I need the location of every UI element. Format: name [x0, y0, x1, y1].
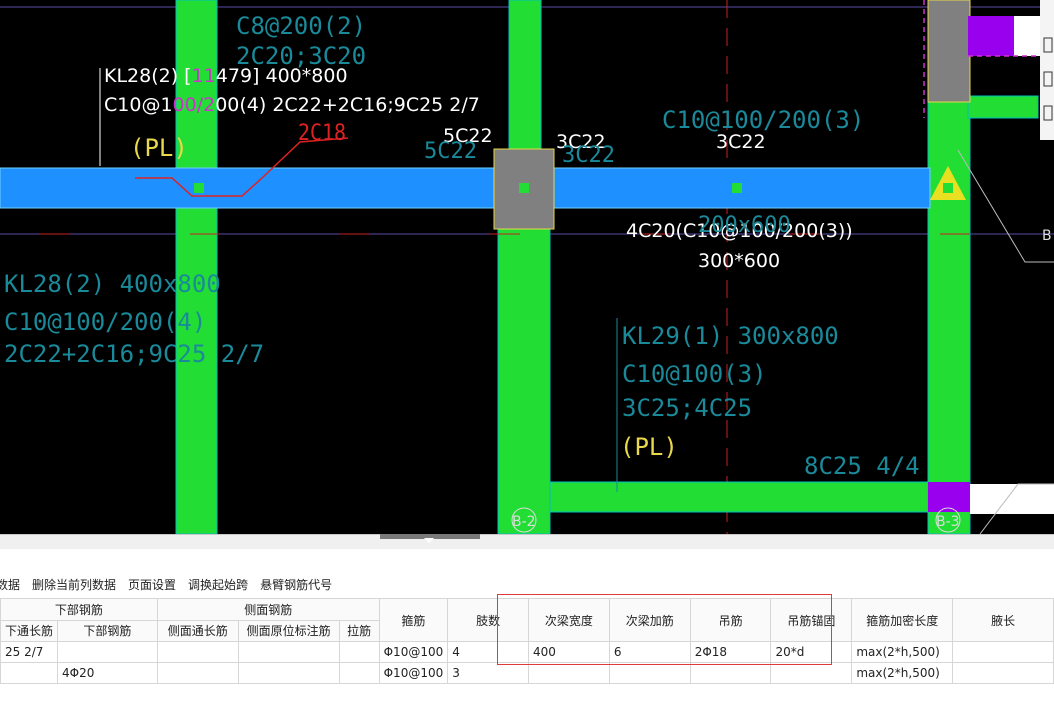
- green-beam-bottom[interactable]: [549, 481, 931, 513]
- table-row[interactable]: 4Φ20 Φ10@100 3 max(2*h,500): [0, 662, 1054, 684]
- table-row[interactable]: 25 2/7 Φ10@100 4 400 6 2Φ18 20*d max(2*h…: [0, 641, 1054, 663]
- toolbar-item-delete-column[interactable]: 删除当前列数据: [32, 576, 116, 594]
- header-stirrup-dense-length: 箍筋加密长度: [851, 598, 954, 642]
- cell-bottom-through[interactable]: 25 2/7: [0, 641, 59, 663]
- cell-stirrup[interactable]: Φ10@100: [378, 662, 449, 684]
- header-stirrup: 箍筋: [378, 598, 449, 642]
- grip-marker-2[interactable]: [519, 183, 529, 193]
- label-kl28-left-line2[interactable]: C10@100/200(4): [4, 308, 206, 336]
- header-haunch-length: 腋长: [952, 598, 1054, 642]
- header-bottom-through: 下通长筋: [0, 619, 59, 642]
- cell-bottom-through[interactable]: [0, 662, 59, 684]
- toolbar-item-cantilever-code[interactable]: 悬臂钢筋代号: [260, 576, 332, 594]
- cell-secondary-beam-width[interactable]: 400: [527, 641, 610, 663]
- grip-marker-1[interactable]: [194, 183, 204, 193]
- panel-toolbar: 数据 删除当前列数据 页面设置 调换起始跨 悬臂钢筋代号: [0, 576, 344, 594]
- white-block-top-right: [1014, 16, 1044, 56]
- header-side-origin: 侧面原位标注筋: [237, 619, 340, 642]
- header-legs: 肢数: [447, 598, 529, 642]
- label-kl28-line2[interactable]: C10@100/200(4) 2C22+2C16;9C25 2/7: [104, 94, 480, 116]
- purple-block-bottom-right: [928, 482, 970, 512]
- cell-legs[interactable]: 4: [447, 641, 529, 663]
- label-c10-3[interactable]: C10@100/200(3): [662, 106, 864, 134]
- axis-label-b2: B-2: [512, 514, 536, 530]
- axis-label-edge-b: B: [1042, 228, 1052, 244]
- cell-side-origin[interactable]: [237, 662, 340, 684]
- grip-marker-4[interactable]: [943, 183, 953, 193]
- cell-stirrup[interactable]: Φ10@100: [378, 641, 449, 663]
- cell-secondary-beam-add[interactable]: 6: [608, 641, 691, 663]
- cell-hanger-anchor[interactable]: 20*d: [770, 641, 853, 663]
- toolbar-item-data[interactable]: 数据: [0, 576, 20, 594]
- cell-haunch-length[interactable]: [952, 641, 1054, 663]
- header-secondary-beam-add: 次梁加筋: [608, 598, 691, 642]
- label-kl28-left-line1[interactable]: KL28(2) 400x800: [4, 270, 221, 298]
- header-tie: 拉筋: [338, 619, 380, 642]
- label-3c22-b[interactable]: 3C22: [716, 131, 766, 153]
- cell-bottom-rebar[interactable]: 4Φ20: [57, 662, 158, 684]
- label-3c22-cyan: 3C22: [562, 143, 615, 168]
- axis-label-b3: B-3: [936, 514, 960, 530]
- header-group-bottom-rebar: 下部钢筋: [0, 598, 158, 621]
- cell-side-through[interactable]: [156, 641, 239, 663]
- label-pl-1[interactable]: (PL): [130, 134, 188, 162]
- toolbar-item-page-setup[interactable]: 页面设置: [128, 576, 176, 594]
- rebar-table: 下部钢筋 侧面钢筋 箍筋 肢数 次梁宽度 次梁加筋 吊筋 吊筋锚固 箍筋加密长度…: [0, 598, 1054, 684]
- cell-side-through[interactable]: [156, 662, 239, 684]
- cell-hanger[interactable]: 2Φ18: [689, 641, 772, 663]
- label-2c18[interactable]: 2C18: [298, 121, 346, 146]
- label-c8-top[interactable]: C8@200(2): [236, 12, 366, 40]
- collapse-arrow-icon[interactable]: [424, 538, 434, 543]
- label-kl29-line2[interactable]: C10@100(3): [622, 360, 767, 388]
- rebar-input-panel: 数据 删除当前列数据 页面设置 调换起始跨 悬臂钢筋代号 下部钢筋 侧面钢筋 箍…: [0, 549, 1054, 723]
- header-hanger: 吊筋: [689, 598, 772, 642]
- header-secondary-beam-width: 次梁宽度: [527, 598, 610, 642]
- cell-hanger-anchor[interactable]: [770, 662, 853, 684]
- label-200x600-cyan: 200x600: [698, 213, 791, 238]
- panel-splitter[interactable]: [0, 534, 1054, 550]
- cell-hanger[interactable]: [689, 662, 772, 684]
- cell-legs[interactable]: 3: [447, 662, 529, 684]
- cell-secondary-beam-width[interactable]: [527, 662, 610, 684]
- cell-tie[interactable]: [338, 662, 380, 684]
- header-group-side-rebar: 侧面钢筋: [156, 598, 380, 621]
- cell-side-origin[interactable]: [237, 641, 340, 663]
- label-8c25[interactable]: 8C25 4/4: [804, 452, 920, 480]
- blue-beam-kl28[interactable]: [0, 167, 931, 209]
- cell-bottom-rebar[interactable]: [57, 641, 158, 663]
- gray-column-right-top[interactable]: [927, 0, 971, 103]
- purple-block-top-right: [968, 16, 1014, 56]
- green-beam-top-right[interactable]: [967, 95, 1039, 119]
- header-side-through: 侧面通长筋: [156, 619, 239, 642]
- cell-tie[interactable]: [338, 641, 380, 663]
- label-5c22-cyan: 5C22: [424, 139, 477, 164]
- green-column-b2-lower[interactable]: [497, 227, 551, 534]
- label-size-300-600[interactable]: 300*600: [698, 250, 780, 272]
- label-kl29-line3[interactable]: 3C25;4C25: [622, 394, 752, 422]
- cell-haunch-length[interactable]: [952, 662, 1054, 684]
- leader-line-right: [957, 149, 1054, 263]
- label-c20-top[interactable]: 2C20;3C20: [236, 42, 366, 70]
- cell-stirrup-dense-length[interactable]: max(2*h,500): [851, 662, 954, 684]
- green-column-right[interactable]: [927, 99, 971, 534]
- header-hanger-anchor: 吊筋锚固: [770, 598, 853, 642]
- header-bottom-rebar: 下部钢筋: [57, 619, 158, 642]
- cad-drawing-canvas[interactable]: KL28(2) [11479] 400*800 C10@100/200(4) 2…: [0, 0, 1054, 534]
- label-kl28-left-line3[interactable]: 2C22+2C16;9C25 2/7: [4, 340, 264, 368]
- label-pl-2[interactable]: (PL): [620, 433, 678, 461]
- white-block-bottom-right: [970, 484, 1054, 514]
- cell-stirrup-dense-length[interactable]: max(2*h,500): [851, 641, 954, 663]
- grip-marker-3[interactable]: [732, 183, 742, 193]
- label-kl29-line1[interactable]: KL29(1) 300x800: [622, 322, 839, 350]
- cell-secondary-beam-add[interactable]: [608, 662, 691, 684]
- toolbar-item-swap-start-span[interactable]: 调换起始跨: [188, 576, 248, 594]
